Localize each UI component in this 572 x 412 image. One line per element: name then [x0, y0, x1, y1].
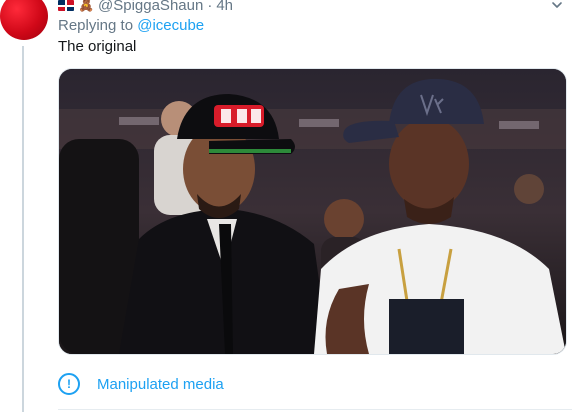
info-alert-icon: !	[58, 373, 80, 395]
flag-icon	[58, 0, 74, 11]
avatar[interactable]	[0, 0, 48, 40]
teddy-bear-icon: 🧸	[78, 0, 95, 12]
replying-to: Replying to @icecube	[58, 17, 204, 34]
manipulated-media-notice[interactable]: ! Manipulated media	[58, 372, 224, 396]
tweet-text: The original	[58, 38, 137, 55]
user-handle[interactable]: @SpiggaShaun	[98, 0, 203, 14]
tweet-header: 🧸 @SpiggaShaun · 4h	[58, 0, 233, 14]
mention-link[interactable]: @icecube	[137, 17, 204, 34]
replying-to-label: Replying to	[58, 17, 138, 34]
timestamp[interactable]: 4h	[216, 0, 233, 14]
separator-dot: ·	[207, 0, 213, 14]
photo-illustration	[59, 69, 566, 354]
manipulated-media-label[interactable]: Manipulated media	[97, 376, 224, 393]
thread-line	[22, 46, 24, 412]
media-photo[interactable]	[58, 68, 567, 355]
chevron-down-icon[interactable]	[550, 0, 564, 12]
divider	[58, 409, 572, 410]
